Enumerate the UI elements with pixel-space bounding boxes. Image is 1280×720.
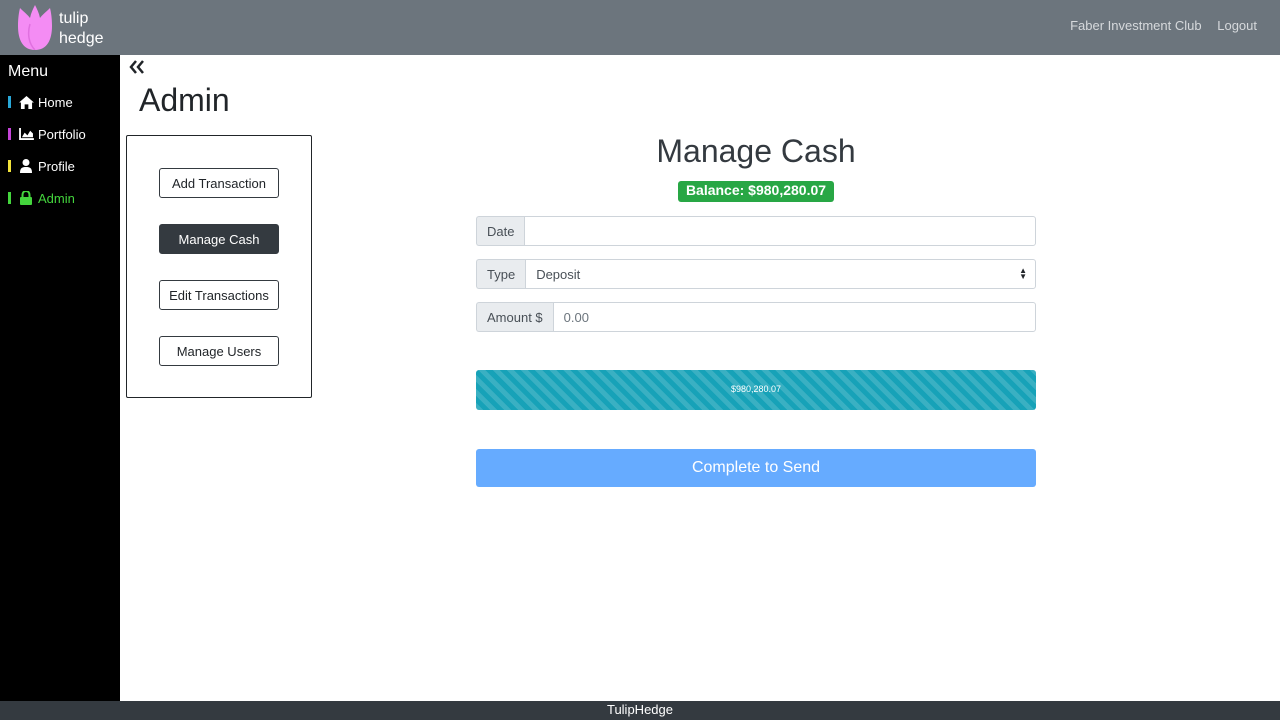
sidebar-item-home[interactable]: Home [8, 92, 118, 112]
balance-progress-bar: $980,280.07 [476, 370, 1036, 410]
sidebar-item-label: Home [38, 94, 73, 110]
sidebar-item-label: Profile [38, 158, 75, 174]
lock-icon [18, 191, 34, 205]
manage-users-button[interactable]: Manage Users [159, 336, 279, 366]
brand-name: tulip hedge [59, 9, 104, 49]
complete-to-send-button[interactable]: Complete to Send [476, 449, 1036, 487]
sidebar-item-profile[interactable]: Profile [8, 156, 118, 176]
amount-input-group: Amount $ 0.00 [476, 302, 1036, 332]
logout-link[interactable]: Logout [1217, 18, 1257, 33]
type-label: Type [476, 259, 526, 289]
sidebar-item-label: Admin [38, 190, 75, 206]
type-select-value: Deposit [536, 266, 581, 282]
sidebar-item-label: Portfolio [38, 126, 86, 142]
admin-menu-panel: Add Transaction Manage Cash Edit Transac… [126, 135, 312, 398]
color-bar [8, 192, 11, 204]
chart-area-icon [18, 127, 34, 141]
top-links: Faber Investment Club Logout [1058, 18, 1257, 33]
edit-transactions-button[interactable]: Edit Transactions [159, 280, 279, 310]
sidebar: Menu Home Portfolio Profile Admin [0, 55, 120, 701]
brand-line-2: hedge [59, 30, 104, 47]
date-input-group: Date [476, 216, 1036, 246]
club-link[interactable]: Faber Investment Club [1070, 18, 1202, 33]
collapse-sidebar-button[interactable] [128, 58, 146, 76]
tulip-logo-icon [18, 5, 52, 50]
home-icon [18, 95, 34, 109]
amount-label: Amount $ [476, 302, 553, 332]
color-bar [8, 160, 11, 172]
date-field[interactable] [524, 216, 1036, 246]
manage-cash-button[interactable]: Manage Cash [159, 224, 279, 254]
color-bar [8, 96, 11, 108]
sidebar-item-portfolio[interactable]: Portfolio [8, 124, 118, 144]
sidebar-item-admin[interactable]: Admin [8, 188, 118, 208]
amount-field[interactable]: 0.00 [552, 302, 1036, 332]
double-chevron-left-icon [129, 60, 144, 74]
top-navbar: tulip hedge Faber Investment Club Logout [0, 0, 1280, 55]
date-label: Date [476, 216, 525, 246]
brand-line-1: tulip [59, 10, 89, 27]
brand-logo[interactable]: tulip hedge [16, 4, 116, 52]
page-title: Admin [139, 82, 230, 118]
type-input-group: Type Deposit ▲ ▼ [476, 259, 1036, 289]
balance-progress: $980,280.07 [476, 370, 1036, 410]
balance-badge: Balance: $980,280.07 [678, 181, 834, 202]
menu-title: Menu [8, 63, 49, 80]
select-arrows-icon: ▲ ▼ [1019, 266, 1027, 281]
user-icon [18, 159, 34, 173]
type-select[interactable]: Deposit ▲ ▼ [525, 259, 1036, 289]
color-bar [8, 128, 11, 140]
add-transaction-button[interactable]: Add Transaction [159, 168, 279, 198]
footer: TulipHedge [0, 701, 1280, 720]
form-title: Manage Cash [656, 133, 856, 169]
